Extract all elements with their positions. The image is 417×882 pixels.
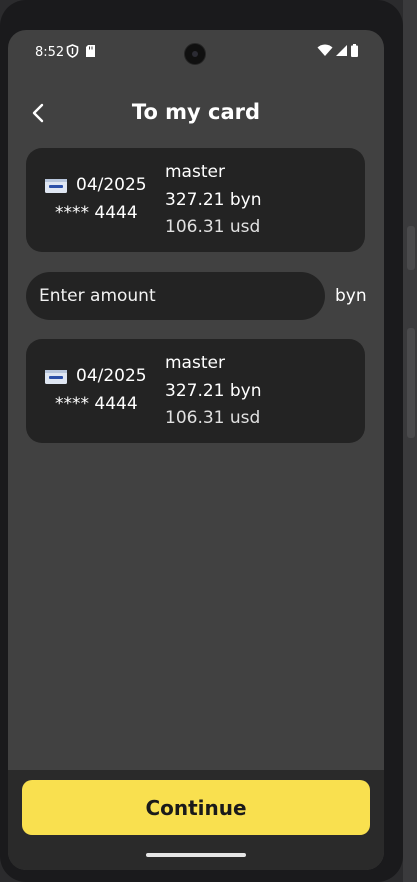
card-expiry: 04/2025 <box>76 366 147 386</box>
source-card[interactable]: 04/2025 **** 4444 master 327.21 byn 106.… <box>26 148 365 252</box>
card-balance-usd: 106.31 usd <box>165 408 261 428</box>
footer-bar: Continue <box>8 770 384 870</box>
signal-icon <box>336 45 347 56</box>
wifi-icon <box>317 44 333 56</box>
card-expiry: 04/2025 <box>76 175 147 195</box>
power-button <box>407 328 415 438</box>
card-balance-byn: 327.21 byn <box>165 190 262 210</box>
front-camera <box>184 43 206 65</box>
amount-field[interactable] <box>26 272 325 320</box>
card-balance-usd: 106.31 usd <box>165 217 261 237</box>
status-time: 8:52 <box>35 45 65 60</box>
continue-button[interactable]: Continue <box>22 780 370 835</box>
sim-card-icon <box>86 45 95 57</box>
target-card[interactable]: 04/2025 **** 4444 master 327.21 byn 106.… <box>26 339 365 443</box>
app-header: To my card <box>8 90 384 136</box>
vpn-shield-icon <box>66 44 79 58</box>
volume-button <box>407 226 415 270</box>
page-title: To my card <box>131 100 261 124</box>
home-indicator[interactable] <box>146 853 246 857</box>
card-type: master <box>165 162 225 182</box>
visa-card-icon <box>45 179 67 193</box>
visa-card-icon <box>45 370 67 384</box>
card-number: **** 4444 <box>55 394 138 414</box>
card-balance-byn: 327.21 byn <box>165 381 262 401</box>
battery-icon <box>351 44 358 57</box>
card-number: **** 4444 <box>55 203 138 223</box>
card-type: master <box>165 353 225 373</box>
app-screen: 8:52 To my card 04/2025 **** 4444 master… <box>8 30 384 870</box>
amount-currency: byn <box>335 286 367 306</box>
amount-input[interactable] <box>26 272 325 320</box>
phone-side-rail <box>403 0 417 882</box>
